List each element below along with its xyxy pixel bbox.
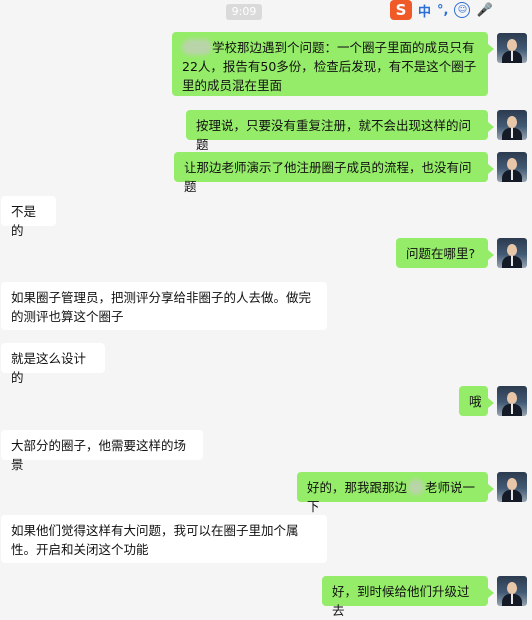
sogou-logo-icon[interactable]: S: [390, 0, 412, 20]
redacted-text: [408, 479, 425, 495]
message-bubble-outgoing[interactable]: 好的，那我跟那边 老师说一下: [297, 472, 494, 514]
message-text: 好的，那我跟那边: [307, 480, 408, 495]
avatar[interactable]: [497, 152, 527, 182]
message-text: 就是这么设计的: [11, 351, 87, 385]
timestamp: 9:09: [226, 4, 262, 20]
message-text: 如果他们觉得这样有大问题，我可以在圈子里加个属性。开启和关闭这个功能: [11, 523, 299, 557]
message-text: 不是的: [11, 204, 37, 238]
message-bubble-incoming[interactable]: 如果圈子管理员，把测评分享给非圈子的人去做。做完的测评也算这个圈子: [1, 282, 327, 330]
voice-icon[interactable]: 🎤: [476, 3, 492, 18]
message-bubble-outgoing[interactable]: 让那边老师演示了他注册圈子成员的流程，也没有问题: [174, 152, 494, 194]
message-text: 让那边老师演示了他注册圈子成员的流程，也没有问题: [184, 160, 472, 194]
message-bubble-incoming[interactable]: 不是的: [1, 196, 56, 238]
message-text: 按理说，只要没有重复注册，就不会出现这样的问题: [196, 118, 472, 152]
message-bubble-incoming[interactable]: 如果他们觉得这样有大问题，我可以在圈子里加个属性。开启和关闭这个功能: [1, 515, 327, 563]
punctuation-toggle[interactable]: °,: [437, 3, 448, 18]
message-bubble-outgoing[interactable]: 学校那边遇到个问题：一个圈子里面的成员只有22人，报告有50多份，检查后发现，有…: [172, 32, 494, 96]
message-text: 学校那边遇到个问题：一个圈子里面的成员只有22人，报告有50多份，检查后发现，有…: [182, 40, 477, 93]
message-bubble-outgoing[interactable]: 按理说，只要没有重复注册，就不会出现这样的问题: [186, 110, 494, 152]
message-text: 大部分的圈子，他需要这样的场景: [11, 438, 187, 472]
avatar[interactable]: [497, 110, 527, 140]
avatar[interactable]: [497, 33, 527, 63]
redacted-text: [182, 39, 212, 55]
message-bubble-outgoing[interactable]: 问题在哪里?: [396, 238, 494, 268]
message-bubble-outgoing[interactable]: 哦: [459, 386, 494, 416]
avatar[interactable]: [497, 472, 527, 502]
avatar[interactable]: [497, 238, 527, 268]
avatar[interactable]: [497, 386, 527, 416]
message-text: 问题在哪里?: [406, 246, 476, 261]
avatar[interactable]: [497, 576, 527, 606]
message-bubble-incoming[interactable]: 大部分的圈子，他需要这样的场景: [1, 430, 203, 472]
message-bubble-outgoing[interactable]: 好，到时候给他们升级过去: [322, 576, 494, 618]
ime-toolbar[interactable]: S 中 °, ☺ 🎤: [390, 0, 532, 20]
message-text: 哦: [469, 394, 482, 409]
message-text: 如果圈子管理员，把测评分享给非圈子的人去做。做完的测评也算这个圈子: [11, 290, 312, 324]
input-mode-toggle[interactable]: 中: [418, 1, 431, 20]
message-bubble-incoming[interactable]: 就是这么设计的: [1, 343, 105, 385]
message-text: 好，到时候给他们升级过去: [332, 584, 470, 618]
emoji-icon[interactable]: ☺: [454, 2, 471, 18]
